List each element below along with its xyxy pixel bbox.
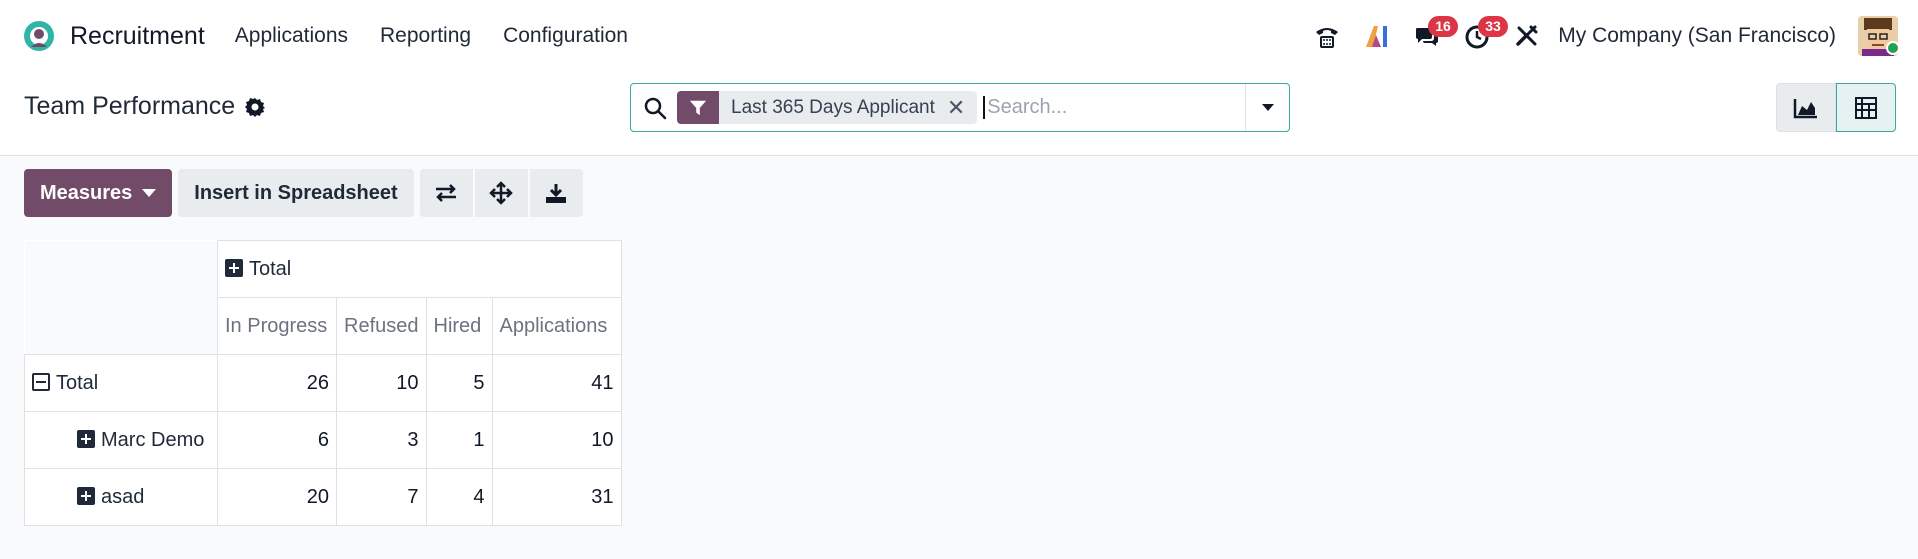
pivot-table-icon <box>1855 96 1877 119</box>
debug-tools-button[interactable] <box>1502 0 1552 72</box>
insert-in-spreadsheet-button[interactable]: Insert in Spreadsheet <box>178 169 414 217</box>
activities-button[interactable]: 33 <box>1452 0 1508 72</box>
ai-icon <box>1366 26 1388 47</box>
expand-arrows-icon <box>489 181 513 205</box>
measures-button[interactable]: Measures <box>24 169 173 217</box>
recruitment-logo-icon <box>24 21 54 51</box>
row-header-asad[interactable]: asad <box>24 468 218 526</box>
cell-value[interactable]: 10 <box>491 411 622 469</box>
caret-down-icon <box>142 189 157 197</box>
table-row: Total 26 10 5 41 <box>24 354 622 412</box>
cell-value[interactable]: 5 <box>425 354 493 412</box>
search-input[interactable] <box>983 96 1234 119</box>
brand[interactable]: Recruitment <box>22 19 235 53</box>
cell-value[interactable]: 26 <box>217 354 337 412</box>
expand-plus-icon <box>225 258 243 277</box>
messages-button[interactable]: 16 <box>1402 0 1458 72</box>
search-icon[interactable] <box>643 96 667 120</box>
row-header-label: Total <box>56 371 99 394</box>
flip-axis-button[interactable] <box>419 169 473 217</box>
control-panel: Team Performance Last 365 Days Applicant… <box>0 72 1918 156</box>
cell-value[interactable]: 10 <box>336 354 427 412</box>
pivot-view-button[interactable] <box>1836 83 1896 132</box>
col-header-total-label: Total <box>249 257 292 280</box>
measure-header-refused[interactable]: Refused <box>336 297 427 355</box>
area-chart-icon <box>1793 98 1817 118</box>
download-xlsx-button[interactable] <box>529 169 583 217</box>
collapse-minus-icon <box>32 372 50 391</box>
measure-header-in-progress[interactable]: In Progress <box>217 297 337 355</box>
pivot-corner <box>24 240 218 355</box>
col-header-total[interactable]: Total <box>217 240 622 298</box>
measures-label: Measures <box>40 181 133 204</box>
graph-view-button[interactable] <box>1776 83 1836 132</box>
cell-value[interactable]: 7 <box>336 468 427 526</box>
search-bar: Last 365 Days Applicant ✕ <box>630 83 1290 132</box>
expand-plus-icon <box>77 429 95 448</box>
row-header-marc-demo[interactable]: Marc Demo <box>24 411 218 469</box>
filter-facet-label: Last 365 Days Applicant <box>731 96 935 118</box>
caret-down-icon <box>1261 103 1274 111</box>
online-status-icon <box>1886 41 1900 55</box>
cell-value[interactable]: 41 <box>491 354 622 412</box>
menu-reporting[interactable]: Reporting <box>380 24 471 48</box>
measure-header-hired[interactable]: Hired <box>425 297 493 355</box>
cell-value[interactable]: 3 <box>336 411 427 469</box>
ai-button[interactable] <box>1352 0 1402 72</box>
measure-header-applications[interactable]: Applications <box>491 297 622 355</box>
tools-icon <box>1516 25 1538 46</box>
filter-facet: Last 365 Days Applicant ✕ <box>677 91 978 124</box>
pivot-actions-group <box>419 169 583 217</box>
phone-icon <box>1316 28 1339 48</box>
filter-icon <box>689 100 707 115</box>
cell-value[interactable]: 4 <box>425 468 493 526</box>
gear-icon[interactable] <box>245 97 266 117</box>
page-title: Team Performance <box>24 92 266 121</box>
cell-value[interactable]: 20 <box>217 468 337 526</box>
insert-in-spreadsheet-label: Insert in Spreadsheet <box>194 181 398 204</box>
page-title-text: Team Performance <box>24 92 236 120</box>
navbar-systray: 16 33 My Company (San Francisco) <box>1302 0 1918 72</box>
filter-facet-icon <box>677 91 719 124</box>
expand-all-button[interactable] <box>474 169 528 217</box>
pivot-table: Total In Progress Refused Hired Applicat… <box>24 240 622 526</box>
table-row: asad 20 7 4 31 <box>24 468 622 526</box>
download-icon <box>546 184 567 203</box>
phone-button[interactable] <box>1302 0 1352 72</box>
row-header-label: Marc Demo <box>101 428 205 451</box>
company-switcher[interactable]: My Company (San Francisco) <box>1558 24 1836 48</box>
remove-filter-button[interactable]: ✕ <box>947 95 977 121</box>
search-options-toggle[interactable] <box>1245 84 1289 131</box>
app-name[interactable]: Recruitment <box>70 22 205 51</box>
top-navbar: Recruitment Applications Reporting Confi… <box>0 0 1918 72</box>
cell-value[interactable]: 6 <box>217 411 337 469</box>
menu-configuration[interactable]: Configuration <box>503 24 628 48</box>
flip-axis-icon <box>436 184 457 202</box>
row-header-label: asad <box>101 485 145 508</box>
cell-value[interactable]: 1 <box>425 411 493 469</box>
row-header-total[interactable]: Total <box>24 354 218 412</box>
view-switcher <box>1776 83 1896 132</box>
cell-value[interactable]: 31 <box>491 468 622 526</box>
expand-plus-icon <box>77 486 95 505</box>
menu-applications[interactable]: Applications <box>235 24 348 48</box>
pivot-toolbar: Measures Insert in Spreadsheet <box>24 169 583 217</box>
table-row: Marc Demo 6 3 1 10 <box>24 411 622 469</box>
